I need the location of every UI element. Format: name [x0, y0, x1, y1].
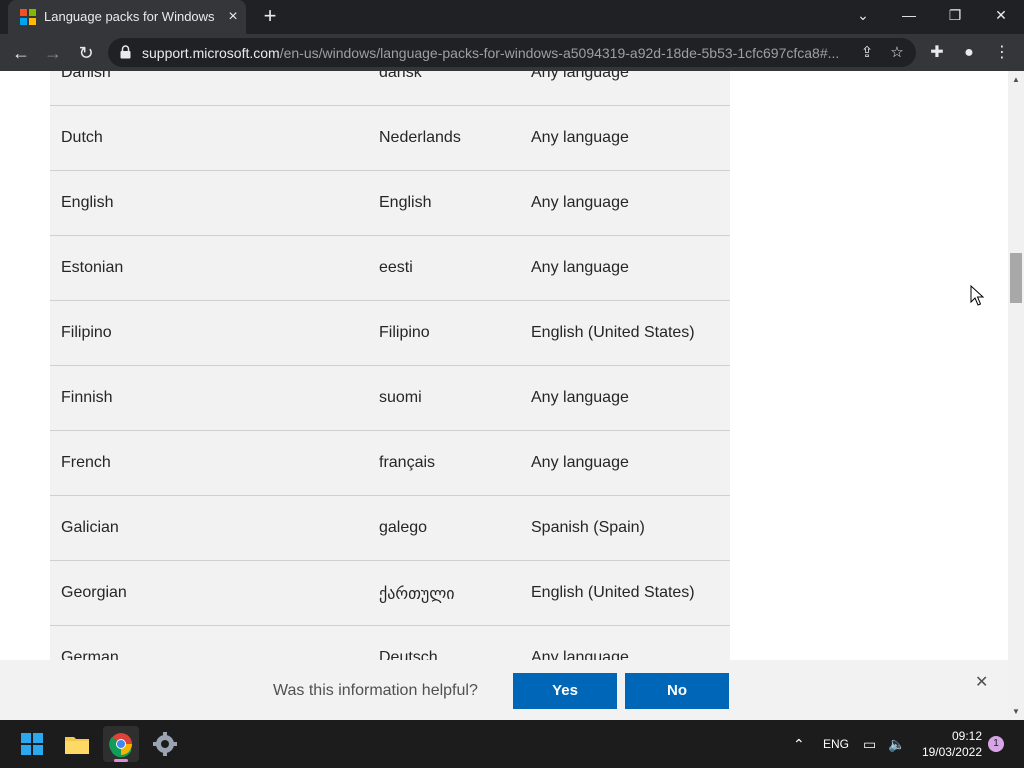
base-language: Any language [531, 194, 629, 211]
folder-icon [65, 737, 89, 754]
native-name: galego [379, 519, 428, 536]
gear-icon [153, 732, 177, 756]
language-name: English [61, 194, 114, 211]
restore-button[interactable]: ❐ [932, 0, 978, 30]
table-row: Filipino Filipino English (United States… [50, 301, 730, 366]
page-content: Danish dansk Any language Dutch Nederlan… [0, 71, 1008, 660]
table-row: Danish dansk Any language [50, 71, 730, 106]
table-row: Estonian eesti Any language [50, 236, 730, 301]
menu-icon[interactable]: ⋮ [990, 41, 1014, 65]
url-host: support.microsoft.com [142, 45, 280, 61]
language-name: German [61, 649, 119, 660]
minimize-button[interactable]: — [886, 0, 932, 30]
taskbar-clock[interactable]: 09:12 19/03/2022 [914, 728, 982, 760]
chrome-taskbar-button[interactable] [103, 726, 139, 762]
back-button[interactable]: ← [8, 40, 34, 66]
base-language: Any language [531, 259, 629, 276]
base-language: Any language [531, 649, 629, 660]
forward-button[interactable]: → [40, 40, 66, 66]
share-icon[interactable]: ⇪ [856, 42, 878, 64]
native-name: English [379, 194, 432, 211]
base-language: Any language [531, 71, 629, 81]
table-row: French français Any language [50, 431, 730, 496]
native-name: français [379, 454, 436, 471]
language-name: Finnish [61, 389, 113, 406]
reload-button[interactable]: ↻ [73, 40, 99, 66]
extensions-icon[interactable]: ✚ [925, 41, 949, 65]
feedback-question: Was this information helpful? [273, 682, 478, 699]
new-tab-button[interactable]: + [258, 5, 282, 29]
windows-logo-icon [21, 733, 43, 755]
clock-date: 19/03/2022 [921, 745, 982, 759]
table-row: Dutch Nederlands Any language [50, 106, 730, 171]
window-close-button[interactable]: ✕ [978, 0, 1024, 30]
native-name: ქართული [379, 586, 455, 603]
table-row: German Deutsch Any language [50, 626, 730, 660]
mouse-cursor-icon [970, 285, 984, 306]
tab-title: Language packs for Windows [44, 9, 215, 24]
language-name: Georgian [61, 584, 127, 601]
language-name: Filipino [61, 324, 112, 341]
language-table: Danish dansk Any language Dutch Nederlan… [50, 71, 730, 660]
scroll-up-icon[interactable]: ▲ [1012, 75, 1020, 84]
active-app-indicator [114, 759, 128, 762]
tab-search-icon[interactable]: ⌄ [840, 0, 886, 30]
native-name: Filipino [379, 324, 430, 341]
language-name: Galician [61, 519, 119, 536]
tab-close-icon[interactable]: × [224, 8, 242, 26]
feedback-bar: Was this information helpful? Yes No ✕ [0, 660, 1008, 720]
address-bar[interactable]: support.microsoft.com/en-us/windows/lang… [108, 38, 916, 67]
start-button[interactable] [14, 726, 50, 762]
tray-chevron-icon[interactable]: ⌃ [793, 720, 805, 768]
base-language: Any language [531, 389, 629, 406]
clock-time: 09:12 [951, 729, 982, 743]
microsoft-logo-icon [20, 9, 36, 25]
table-row: Finnish suomi Any language [50, 366, 730, 431]
lock-icon[interactable] [120, 45, 131, 59]
language-name: Estonian [61, 259, 124, 276]
base-language: Any language [531, 454, 629, 471]
profile-icon[interactable]: ● [957, 41, 981, 65]
base-language: Any language [531, 129, 629, 146]
table-row: English English Any language [50, 171, 730, 236]
native-name: Deutsch [379, 649, 438, 660]
url-text[interactable]: support.microsoft.com/en-us/windows/lang… [142, 45, 848, 61]
scrollbar-thumb[interactable] [1010, 253, 1022, 303]
base-language: English (United States) [531, 584, 695, 601]
bookmark-star-icon[interactable]: ☆ [886, 42, 908, 64]
table-row: Galician galego Spanish (Spain) [50, 496, 730, 561]
feedback-close-icon[interactable]: ✕ [975, 672, 988, 692]
settings-taskbar-button[interactable] [147, 726, 183, 762]
page-scrollbar[interactable]: ▲ ▼ [1008, 71, 1024, 720]
volume-icon[interactable]: 🔈 [888, 720, 905, 768]
language-name: Danish [61, 71, 111, 81]
base-language: English (United States) [531, 324, 695, 341]
browser-toolbar: ← → ↻ support.microsoft.com/en-us/window… [0, 34, 1024, 71]
network-icon[interactable]: ▭ [863, 720, 876, 768]
chrome-icon [109, 733, 132, 758]
browser-title-bar: Language packs for Windows × + ⌄ — ❐ ✕ [0, 0, 1024, 34]
notification-badge[interactable]: 1 [988, 736, 1004, 752]
language-name: French [61, 454, 111, 471]
browser-tab[interactable]: Language packs for Windows × [8, 0, 246, 34]
native-name: Nederlands [379, 129, 461, 146]
no-button[interactable]: No [625, 673, 729, 709]
file-explorer-button[interactable] [59, 726, 95, 762]
url-path: /en-us/windows/language-packs-for-window… [279, 45, 840, 61]
native-name: eesti [379, 259, 413, 276]
language-name: Dutch [61, 129, 103, 146]
table-row: Georgian ქართული English (United States) [50, 561, 730, 626]
native-name: suomi [379, 389, 422, 406]
input-language[interactable]: ENG [823, 720, 849, 768]
native-name: dansk [379, 71, 422, 81]
yes-button[interactable]: Yes [513, 673, 617, 709]
scroll-down-icon[interactable]: ▼ [1012, 707, 1020, 716]
windows-taskbar: ⌃ ENG ▭ 🔈 09:12 19/03/2022 1 [0, 720, 1024, 768]
base-language: Spanish (Spain) [531, 519, 645, 536]
